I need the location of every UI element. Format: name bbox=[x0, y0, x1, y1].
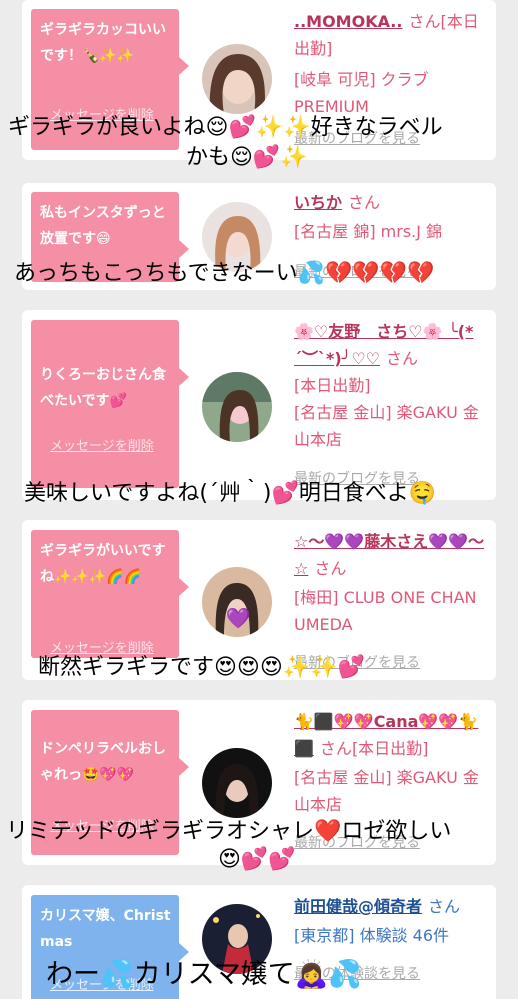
user-info: いちか さん [名古屋 錦] mrs.J 錦 bbox=[294, 189, 494, 245]
svg-text:💜: 💜 bbox=[226, 606, 251, 630]
honorific: さん bbox=[314, 559, 347, 578]
caption: 美味しいですよね(´艸｀)💕明日食べよ🤤 bbox=[24, 481, 437, 506]
caption: リミテッドのギラギラオシャレ❤️ロゼ欲しい bbox=[6, 819, 452, 844]
user-name-link[interactable]: 🌸♡友野 さち♡🌸 ╰(*´︶`*)╯♡♡ bbox=[294, 322, 473, 368]
avatar[interactable]: 💜 bbox=[202, 567, 272, 637]
message-text: ギラギラカッコいいです！🍾✨✨ bbox=[40, 22, 166, 64]
message-bubble: りくろーおじさん食べたいです💕 メッセージを削除 bbox=[31, 320, 189, 488]
message-bubble: ギラギラがいいですね✨✨✨🌈🌈 メッセージを削除 bbox=[31, 530, 189, 658]
user-name-link[interactable]: いちか bbox=[294, 193, 342, 212]
message-text: ドンペリラベルおしゃれっ🤩💖💖 bbox=[40, 741, 166, 783]
avatar[interactable] bbox=[202, 748, 272, 818]
caption: あっちもこっちもできなーい💦💔💔💔💔 bbox=[14, 261, 435, 286]
user-name-link[interactable]: ..MOMOKA.. bbox=[294, 12, 402, 31]
caption: かも😌💕✨ bbox=[186, 145, 308, 170]
shop-name: [名古屋 金山] 楽GAKU 金山本店 bbox=[294, 403, 479, 449]
message-text: りくろーおじさん食べたいです💕 bbox=[40, 367, 166, 409]
honorific: さん bbox=[386, 349, 419, 368]
message-card: りくろーおじさん食べたいです💕 メッセージを削除 🌸♡友野 さち♡🌸 ╰(*´︶… bbox=[22, 310, 496, 500]
shop-name: [名古屋 金山] 楽GAKU 金山本店 bbox=[294, 768, 479, 814]
user-info: ☆〜💜💜藤木さえ💜💜〜☆ さん [梅田] CLUB ONE CHAN UMEDA bbox=[294, 528, 494, 638]
shop-name: [東京都] 体験談 46件 bbox=[294, 926, 450, 945]
caption: 断然ギラギラです😍😍😍✨✨💕 bbox=[38, 655, 365, 680]
honorific: さん bbox=[428, 897, 461, 916]
avatar[interactable] bbox=[202, 44, 272, 114]
user-info: ..MOMOKA.. さん[本日出勤] [岐阜 可児] クラブPREMIUM bbox=[294, 8, 494, 120]
shop-name: [梅田] CLUB ONE CHAN UMEDA bbox=[294, 588, 477, 634]
delete-message-link[interactable]: メッセージを削除 bbox=[50, 434, 154, 460]
shop-name: [名古屋 錦] mrs.J 錦 bbox=[294, 222, 443, 241]
honorific: さん bbox=[408, 12, 441, 31]
caption: ギラギラが良いよね😌💕✨✨好きなラベル bbox=[8, 115, 443, 140]
avatar[interactable] bbox=[202, 372, 272, 442]
user-info: 前田健哉@傾奇者 さん [東京都] 体験談 46件 bbox=[294, 893, 494, 949]
status-badge: [本日出勤] bbox=[351, 739, 429, 758]
honorific: さん bbox=[319, 739, 352, 758]
user-info: 🐈⬛💖💖Cana💖💖🐈⬛ さん[本日出勤] [名古屋 金山] 楽GAKU 金山本店 bbox=[294, 708, 494, 818]
status-badge: [本日出勤] bbox=[294, 376, 371, 395]
message-text: ギラギラがいいですね✨✨✨🌈🌈 bbox=[40, 543, 166, 585]
caption: 😍💕💕 bbox=[218, 847, 296, 872]
message-text: カリスマ嬢、Christmas bbox=[40, 908, 171, 950]
user-info: 🌸♡友野 さち♡🌸 ╰(*´︶`*)╯♡♡ さん [本日出勤] [名古屋 金山] … bbox=[294, 318, 494, 453]
honorific: さん bbox=[348, 193, 381, 212]
message-text: 私もインスタずっと放置です😄 bbox=[40, 205, 166, 247]
caption: わー💦カリスマ嬢て🙇‍♀️💦 bbox=[46, 959, 363, 990]
shop-name: [岐阜 可児] クラブPREMIUM bbox=[294, 70, 429, 116]
user-name-link[interactable]: 前田健哉@傾奇者 bbox=[294, 897, 422, 916]
